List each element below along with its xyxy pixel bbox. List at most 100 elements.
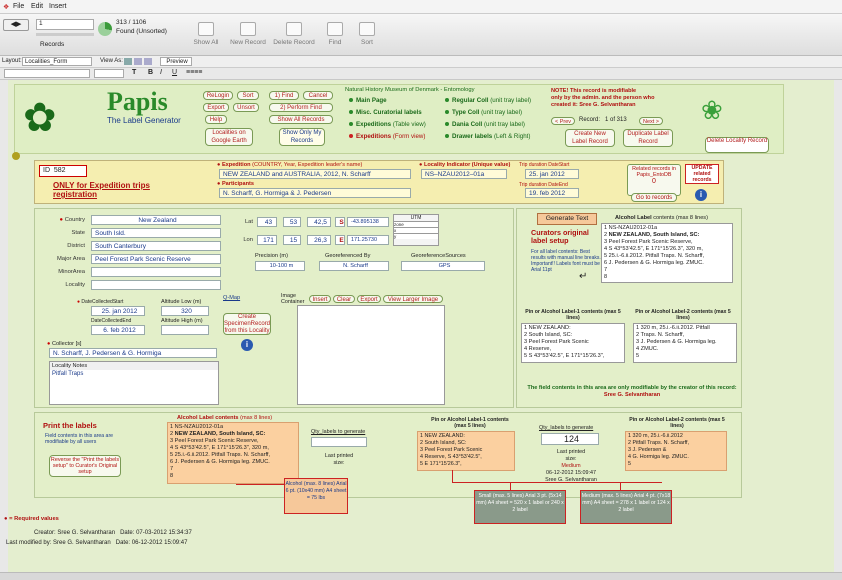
perform-find-button[interactable]: 2) Perform Find xyxy=(269,103,333,112)
lat-minutes[interactable]: 53 xyxy=(283,217,301,227)
alt-high-field[interactable] xyxy=(161,325,209,335)
nav-dania-coll[interactable]: Dania Coll (unit tray label) xyxy=(445,121,525,128)
menu-edit[interactable]: Edit xyxy=(31,3,43,10)
reverse-setup-button[interactable]: Reverse the "Print the labels setup" to … xyxy=(49,455,121,477)
alcohol-size-button[interactable]: Alcohol (max. 8 lines) Arial 6 pt. (10x4… xyxy=(284,478,348,514)
alcohol-label-list[interactable]: 1 NS-NZAU2012-01a 2 NEW ZEALAND, South I… xyxy=(601,223,733,283)
nav-regular-coll[interactable]: Regular Coll (unit tray label) xyxy=(445,97,531,104)
image-clear-button[interactable]: Clear xyxy=(333,295,355,303)
record-nav-arrows[interactable]: ◀▶ xyxy=(3,19,29,31)
medium-size-button[interactable]: Medium (max. 5 lines) Arial 4 pt. (7x18 … xyxy=(580,490,672,524)
georef-by-field[interactable]: N. Scharff xyxy=(319,261,389,271)
nav-misc-labels[interactable]: Misc. Curatorial labels xyxy=(349,109,422,116)
nav-expeditions-form[interactable]: Expeditions (Form view) xyxy=(349,133,425,140)
alt-low-field[interactable]: 320 xyxy=(161,306,209,316)
sort-button[interactable]: Sort xyxy=(354,22,380,46)
image-insert-button[interactable]: Insert xyxy=(309,295,331,303)
nav-type-coll[interactable]: Type Coll (unit tray label) xyxy=(445,109,522,116)
cancel-find-button[interactable]: Cancel xyxy=(303,91,333,100)
trip-start-field[interactable]: 25. jan 2012 xyxy=(525,169,579,179)
id-field[interactable]: ID 582 xyxy=(39,165,87,177)
font-select[interactable] xyxy=(4,69,90,78)
new-record-button[interactable]: New Record xyxy=(228,22,268,46)
menu-file[interactable]: File xyxy=(13,3,24,10)
show-all-button[interactable]: Show All xyxy=(190,22,222,46)
date-end-field[interactable]: 6. feb 2012 xyxy=(91,325,145,335)
bold-button[interactable]: B xyxy=(148,69,153,76)
image-container[interactable] xyxy=(297,305,445,405)
next-record-button[interactable]: Next > xyxy=(639,117,663,125)
layout-select[interactable]: Localities_Form xyxy=(22,57,92,66)
duplicate-label-button[interactable]: Duplicate Label Record xyxy=(623,129,673,147)
show-all-records-button[interactable]: Show All Records xyxy=(269,115,333,124)
create-new-label-button[interactable]: Create New Label Record xyxy=(565,129,615,147)
district-field[interactable]: South Canterbury xyxy=(91,241,221,251)
record-number-field[interactable]: 1 xyxy=(36,19,94,30)
pin1-list[interactable]: 1 NEW ZEALAND: 2 South Island, SC: 3 Pee… xyxy=(521,323,625,363)
lon-degrees[interactable]: 171 xyxy=(257,235,277,245)
find-step-button[interactable]: 1) Find xyxy=(269,91,299,100)
lon-hemisphere[interactable]: E xyxy=(335,235,345,245)
qmap-link[interactable]: Q-Map xyxy=(223,295,240,301)
qty-alcohol-field[interactable] xyxy=(311,437,367,447)
go-to-records-button[interactable]: Go to records xyxy=(631,193,677,202)
nav-expeditions-table[interactable]: Expeditions (Table view) xyxy=(349,121,426,128)
prev-record-button[interactable]: < Prev xyxy=(551,117,575,125)
info-icon[interactable]: i xyxy=(241,339,253,351)
show-my-records-button[interactable]: Show Only My Records xyxy=(279,128,325,146)
lat-hemisphere[interactable]: S xyxy=(335,217,345,227)
trip-end-field[interactable]: 19. feb 2012 xyxy=(525,188,579,198)
menu-insert[interactable]: Insert xyxy=(49,3,67,10)
print-pin1-list[interactable]: 1 NEW ZEALAND: 2 South Island, SC: 3 Pee… xyxy=(417,431,515,471)
minor-area-field[interactable] xyxy=(91,267,221,277)
underline-button[interactable]: U xyxy=(172,69,177,76)
nav-main-page[interactable]: Main Page xyxy=(349,97,387,104)
find-button[interactable]: Find xyxy=(322,22,348,46)
precision-field[interactable]: 10-100 m xyxy=(255,261,305,271)
size-select[interactable] xyxy=(94,69,124,78)
text-style-button[interactable]: T xyxy=(132,69,136,76)
state-field[interactable]: South Isld. xyxy=(91,228,221,238)
print-pin2-list[interactable]: 1 320 m, 25.i.-6.ii.2012 2 Pitfall Traps… xyxy=(625,431,727,471)
info-icon[interactable]: i xyxy=(695,189,707,201)
participants-field[interactable]: N. Scharff, G. Hormiga & J. Pedersen xyxy=(219,188,411,198)
expedition-field[interactable]: NEW ZEALAND and AUSTRALIA, 2012, N. Scha… xyxy=(219,169,411,179)
italic-button[interactable]: I xyxy=(160,69,162,76)
small-size-button[interactable]: Small (max. 5 lines) Arial 3 pt. (5x14 m… xyxy=(474,490,566,524)
locality-indicator-field[interactable]: NS–NZAU2012–01a xyxy=(421,169,507,179)
google-earth-button[interactable]: Localities on Google Earth xyxy=(205,128,253,146)
pin2-list[interactable]: 1 320 m, 25.i.-6.ii.2012. Pitfall 2 Trap… xyxy=(633,323,737,363)
lon-seconds[interactable]: 26,3 xyxy=(307,235,331,245)
export-button[interactable]: Export xyxy=(203,103,229,112)
georef-src-field[interactable]: GPS xyxy=(401,261,485,271)
lat-seconds[interactable]: 42,5 xyxy=(307,217,331,227)
update-related-button[interactable]: UPDATE related records xyxy=(685,164,719,184)
table-view-icon[interactable] xyxy=(144,58,152,65)
print-alcohol-list[interactable]: 1 NS-NZAU2012-01a 2 NEW ZEALAND, South I… xyxy=(167,422,299,484)
lon-minutes[interactable]: 15 xyxy=(283,235,301,245)
image-export-button[interactable]: Export xyxy=(357,295,381,303)
delete-locality-button[interactable]: Delete Locality Record xyxy=(705,137,769,153)
locality-field[interactable] xyxy=(91,280,221,290)
country-field[interactable]: New Zealand xyxy=(91,215,221,225)
align-buttons[interactable]: ≡≡≡≡ xyxy=(186,69,202,76)
sort-header-button[interactable]: Sort xyxy=(237,91,259,100)
major-area-field[interactable]: Peel Forest Park Scenic Reserve xyxy=(91,254,221,264)
delete-record-button[interactable]: Delete Record xyxy=(272,22,316,46)
collector-field[interactable]: N. Scharff, J. Pedersen & G. Hormiga xyxy=(49,348,217,358)
form-view-icon[interactable] xyxy=(124,58,132,65)
preview-button[interactable]: Preview xyxy=(160,57,192,66)
generate-text-button[interactable]: Generate Text xyxy=(537,213,597,225)
record-slider[interactable] xyxy=(36,33,94,36)
view-larger-image-button[interactable]: View Larger Image xyxy=(383,295,443,303)
create-specimen-button[interactable]: Create SpecimenRecord from this Locality xyxy=(223,313,271,335)
unsort-button[interactable]: Unsort xyxy=(233,103,259,112)
date-start-field[interactable]: 25. jan 2012 xyxy=(91,306,145,316)
help-button[interactable]: Help xyxy=(205,115,227,124)
nav-drawer-labels[interactable]: Drawer labels (Left & Right) xyxy=(445,133,530,140)
qty-pin-field[interactable]: 124 xyxy=(541,433,599,445)
locality-notes-box[interactable]: Locality Notes Pitfall Traps xyxy=(49,361,219,405)
lat-degrees[interactable]: 43 xyxy=(257,217,277,227)
list-view-icon[interactable] xyxy=(134,58,142,65)
relogin-button[interactable]: ReLogin xyxy=(203,91,233,100)
